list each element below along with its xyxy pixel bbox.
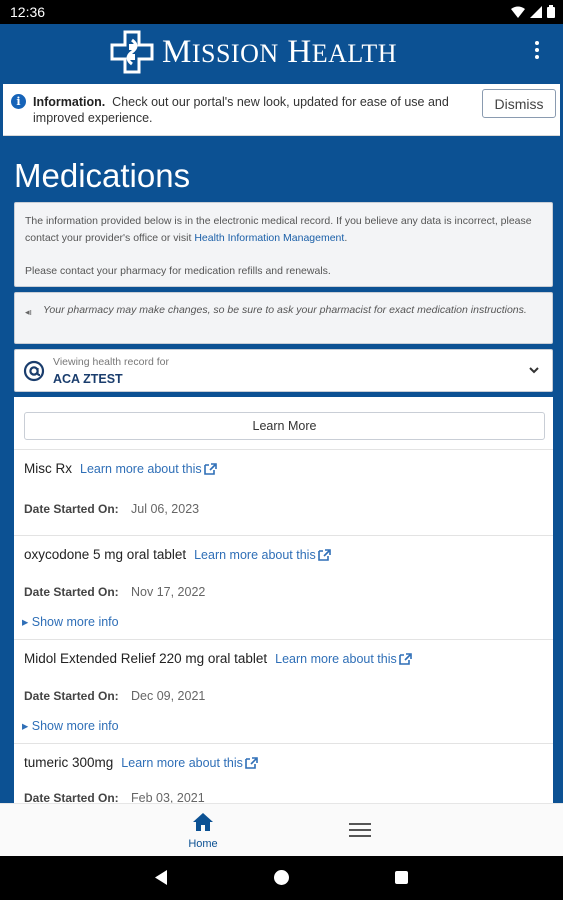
medication-list: Learn More Misc Rx Learn more about this … xyxy=(14,397,553,803)
health-record-selector[interactable]: Viewing health record for ACA ZTEST xyxy=(14,349,553,392)
system-icons xyxy=(511,5,555,18)
external-link-icon xyxy=(245,757,258,769)
medication-name-row: oxycodone 5 mg oral tablet Learn more abo… xyxy=(24,547,331,562)
chevron-down-icon xyxy=(529,367,539,374)
logo-wordmark: MISSION HEALTH xyxy=(162,33,398,70)
tab-home[interactable]: Home xyxy=(178,812,228,850)
recent-apps-icon[interactable] xyxy=(395,871,408,884)
health-info-management-link[interactable]: Health Information Management xyxy=(194,232,344,244)
learn-more-about-link[interactable]: Learn more about this xyxy=(121,756,258,770)
external-link-icon xyxy=(398,653,412,665)
system-navigation-bar xyxy=(0,856,563,900)
date-started-value: Dec 09, 2021 xyxy=(131,689,206,703)
date-started-value: Jul 06, 2023 xyxy=(131,502,200,516)
patient-name: ACA ZTEST xyxy=(53,372,123,386)
battery-icon xyxy=(547,5,555,18)
hamburger-menu-icon[interactable] xyxy=(349,822,371,838)
status-time: 12:36 xyxy=(10,4,46,20)
pharmacy-note-text: Your pharmacy may make changes, so be su… xyxy=(43,304,527,316)
learn-more-about-link[interactable]: Learn more about this xyxy=(194,548,331,562)
banner-title: Information. xyxy=(33,95,106,109)
medication-item: Misc Rx Learn more about this Date Starte… xyxy=(14,449,553,535)
external-link-icon xyxy=(203,463,217,475)
medication-item: oxycodone 5 mg oral tablet Learn more abo… xyxy=(14,535,553,639)
disclaimer-box: The information provided below is in the… xyxy=(14,202,553,287)
date-started-value: Feb 03, 2021 xyxy=(131,791,205,803)
pharmacy-note: ◂ı Your pharmacy may make changes, so be… xyxy=(14,292,553,344)
show-more-info-link[interactable]: ▸ Show more info xyxy=(22,718,119,733)
date-started-label: Date Started On: xyxy=(24,689,119,703)
dismiss-button[interactable]: Dismiss xyxy=(482,89,556,118)
date-started-label: Date Started On: xyxy=(24,502,119,516)
tab-home-label: Home xyxy=(188,838,218,850)
medication-name-row: tumeric 300mg Learn more about this xyxy=(24,755,258,770)
disclaimer-text: The information provided below is in the… xyxy=(25,215,532,244)
mission-health-logo: MISSION HEALTH xyxy=(110,30,397,74)
learn-more-button[interactable]: Learn More xyxy=(24,412,545,440)
medication-item: tumeric 300mg Learn more about this Date … xyxy=(14,743,553,803)
overflow-menu-icon[interactable] xyxy=(533,41,541,65)
medication-item: Midol Extended Relief 220 mg oral tablet… xyxy=(14,639,553,743)
signal-icon xyxy=(530,5,542,18)
medication-name: tumeric 300mg xyxy=(24,755,114,770)
bottom-tab-bar: Home xyxy=(0,803,563,856)
show-more-info-link[interactable]: ▸ Show more info xyxy=(22,614,119,629)
medication-name-row: Misc Rx Learn more about this xyxy=(24,461,217,476)
wifi-icon xyxy=(511,6,525,18)
mission-health-cross-logo-icon xyxy=(110,30,154,74)
home-icon xyxy=(193,813,213,831)
date-started-value: Nov 17, 2022 xyxy=(131,585,206,599)
app-header: MISSION HEALTH xyxy=(0,24,563,84)
medication-name: oxycodone 5 mg oral tablet xyxy=(24,547,187,562)
info-circle-icon: i xyxy=(11,94,26,109)
back-icon[interactable] xyxy=(155,870,167,885)
learn-more-about-link[interactable]: Learn more about this xyxy=(80,462,217,476)
info-banner: i Information. Check out our portal's ne… xyxy=(3,84,560,136)
date-started-label: Date Started On: xyxy=(24,585,119,599)
status-bar: 12:36 xyxy=(0,0,563,24)
external-link-icon xyxy=(317,549,331,561)
home-button-icon[interactable] xyxy=(274,870,289,885)
learn-more-about-link[interactable]: Learn more about this xyxy=(275,652,412,666)
medication-name: Misc Rx xyxy=(24,461,72,476)
medication-name-row: Midol Extended Relief 220 mg oral tablet… xyxy=(24,651,412,666)
banner-message: Information. Check out our portal's new … xyxy=(33,94,473,126)
megaphone-icon: ◂ı xyxy=(25,307,33,317)
refill-note: Please contact your pharmacy for medicat… xyxy=(25,265,331,277)
viewing-label: Viewing health record for xyxy=(53,356,169,368)
at-sign-icon xyxy=(23,360,45,382)
date-started-label: Date Started On: xyxy=(24,791,119,803)
medication-name: Midol Extended Relief 220 mg oral tablet xyxy=(24,651,268,666)
page-title: Medications xyxy=(14,157,191,194)
